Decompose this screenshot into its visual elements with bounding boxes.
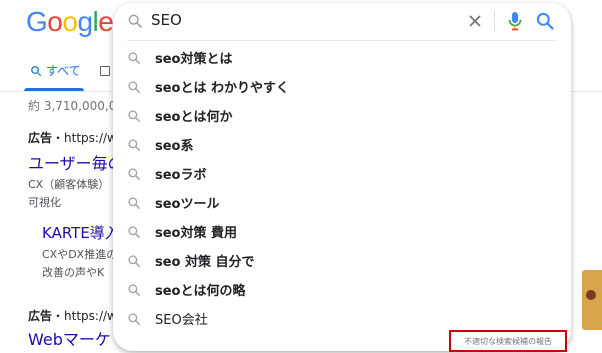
dropdown-divider [127,40,557,41]
search-submit-button[interactable] [535,11,555,31]
ad-snippet-line: CX（顧客体験） [28,178,110,191]
suggestion-text: seoツール [155,197,220,212]
suggestion-text: seo 対策 自分で [155,255,255,270]
search-tabs: すべて [30,62,81,79]
suggestion-item[interactable]: seo対策とは [113,43,571,72]
report-link-label: 不適切な検索候補の報告 [464,336,552,346]
close-icon [469,15,481,27]
suggestion-text: seo系 [155,139,194,154]
suggestion-item[interactable]: seo系 [113,130,571,159]
suggestion-text: seoとは わかりやすく [155,81,290,96]
sitelink-title[interactable]: KARTE導入 [42,222,120,243]
suggestion-text: seo対策とは [155,52,233,67]
suggestion-item[interactable]: seoラボ [113,159,571,188]
suggestion-text: seoとは何か [155,110,233,125]
search-icon [128,80,140,93]
microphone-icon [508,12,522,31]
google-logo[interactable]: Google [26,6,114,38]
thumbnail-image[interactable] [582,270,602,330]
search-icon [128,138,140,151]
report-inappropriate-predictions-link[interactable]: 不適切な検索候補の報告 [449,330,567,352]
suggestion-item[interactable]: SEO会社 [113,304,571,333]
suggestion-text: SEO会社 [155,313,208,328]
suggestion-item[interactable]: seoとは何か [113,101,571,130]
search-box[interactable]: SEO [113,3,571,39]
sitelink-text-line: CXやDX推進の [42,248,118,261]
news-icon[interactable] [100,66,110,76]
ad-label: 広告 [28,131,53,145]
suggestion-text: seoラボ [155,168,207,183]
tab-all-label: すべて [46,64,81,78]
sitelink-text-line: 改善の声やK [42,266,105,279]
suggestion-item[interactable]: seo 対策 自分で [113,246,571,275]
tab-all[interactable]: すべて [30,62,81,79]
search-icon [128,254,140,267]
suggestion-text: seoとは何の略 [155,284,246,299]
voice-search-button[interactable] [505,9,525,33]
ad-title-link[interactable]: Webマーケ [28,326,111,350]
search-icon [128,225,140,238]
search-icon [128,14,142,28]
ad-snippet-line: 可視化 [28,196,61,209]
logo-letter: e [98,6,114,37]
suggestion-item[interactable]: seo対策 費用 [113,217,571,246]
ad-label-line: 広告・https://ww [28,129,127,146]
suggestion-item[interactable]: seoとは わかりやすく [113,72,571,101]
logo-letter: o [62,6,78,37]
search-input[interactable]: SEO [151,11,182,29]
logo-letter: o [47,6,63,37]
search-icon [536,12,554,30]
ad-title-link[interactable]: ユーザー毎の [28,150,124,174]
search-icon [128,196,140,209]
search-icon [128,51,140,64]
search-icon [128,109,140,122]
suggestion-item[interactable]: seoツール [113,188,571,217]
search-icon [128,283,140,296]
search-icon [128,167,140,180]
logo-letter: g [77,6,93,37]
clear-button[interactable] [465,11,485,31]
suggestion-text: seo対策 費用 [155,226,238,241]
search-icon [31,65,42,76]
ad-label: 広告 [28,309,53,323]
searchbar-separator [494,11,495,31]
suggestion-item[interactable]: seoとは何の略 [113,275,571,304]
autocomplete-dropdown: SEO seo対策とは seoとは わかりやすく seoとは何か seo系 seoラボ s… [113,3,571,352]
suggestion-list: seo対策とは seoとは わかりやすく seoとは何か seo系 seoラボ seoツー… [113,43,571,333]
search-icon [128,312,140,325]
logo-letter: G [26,6,48,37]
